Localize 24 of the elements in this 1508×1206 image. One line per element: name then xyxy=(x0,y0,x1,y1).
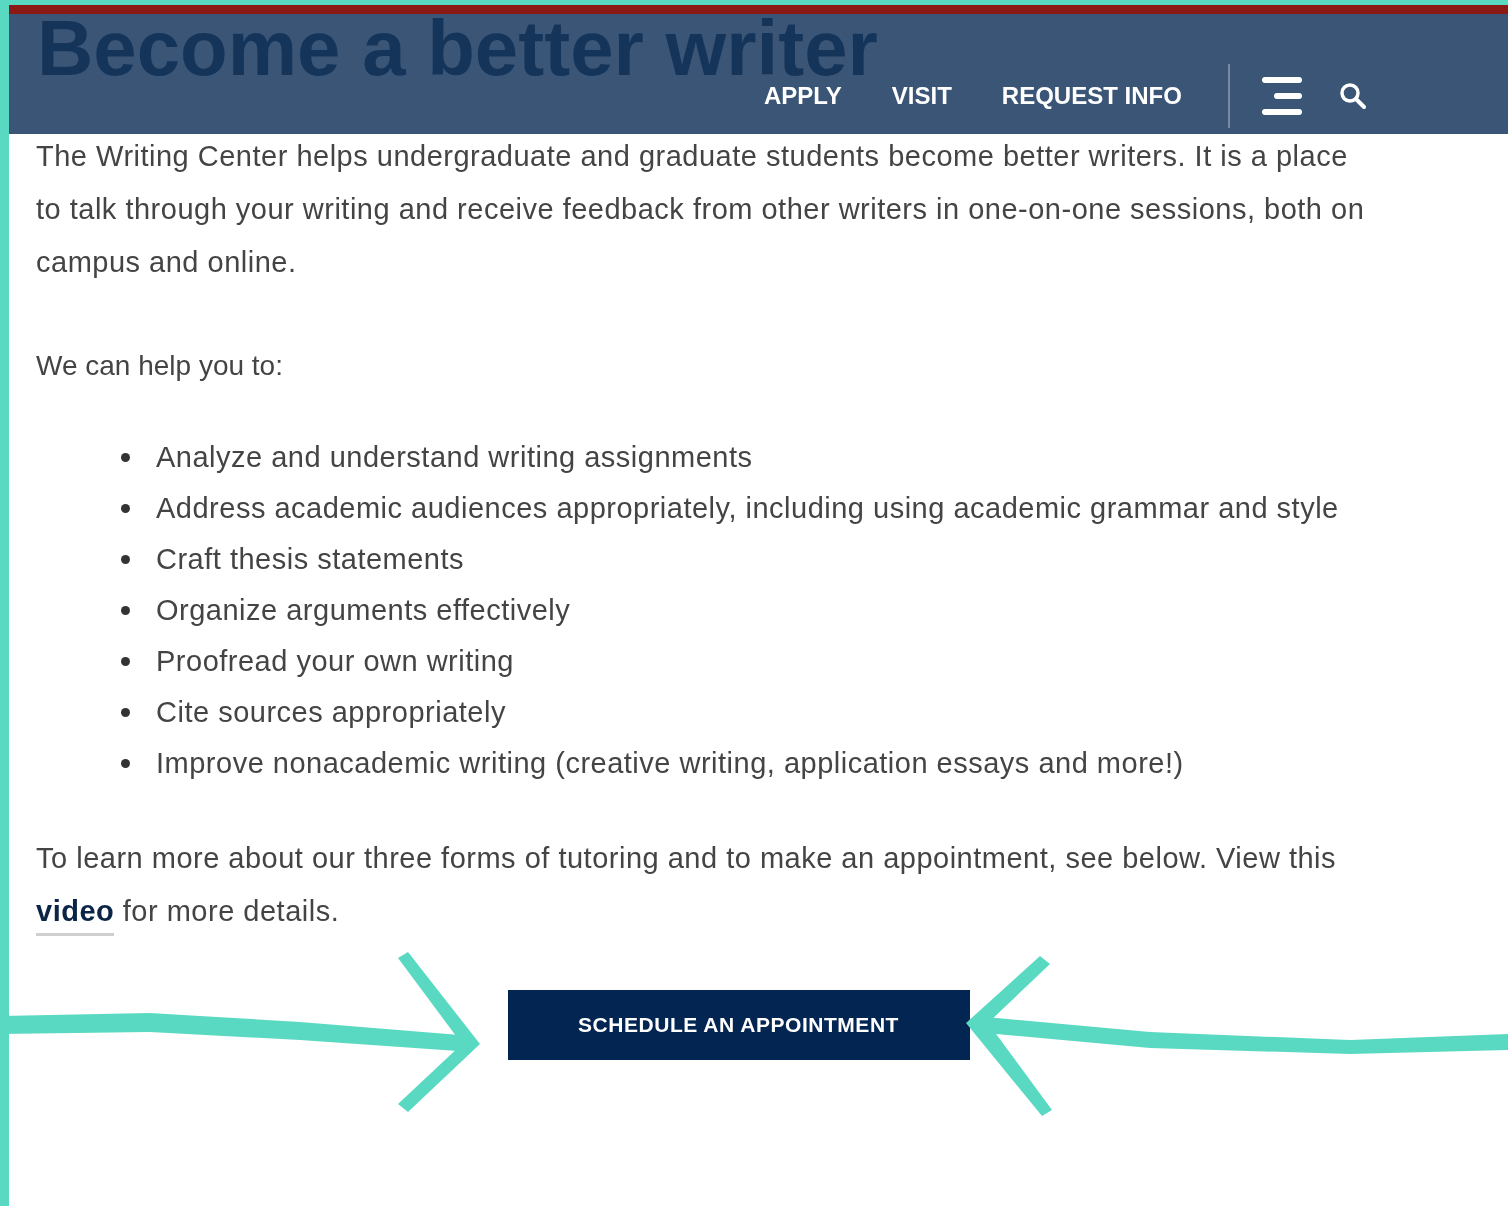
search-icon[interactable] xyxy=(1339,83,1366,109)
bullet-icon xyxy=(121,453,130,462)
list-item-text: Proofread your own writing xyxy=(156,643,514,679)
bullet-icon xyxy=(121,555,130,564)
bullet-icon xyxy=(121,657,130,666)
menu-icon[interactable] xyxy=(1261,77,1302,115)
list-item-text: Improve nonacademic writing (creative writing, application essays and more!) xyxy=(156,745,1184,781)
bullet-icon xyxy=(121,606,130,615)
intro-paragraph: The Writing Center helps undergraduate and graduate students become better writers. It is a place to talk through your writing and receive feedback from other writers in one-on-one sessions, both on campus and online. xyxy=(35,139,1366,280)
list-item-text: Organize arguments effectively xyxy=(156,592,571,628)
bullet-icon xyxy=(121,504,130,513)
list-item-text: Cite sources appropriately xyxy=(156,694,506,730)
video-link[interactable]: video xyxy=(36,895,115,936)
help-heading: We can help you to: xyxy=(35,349,284,383)
schedule-appointment-button[interactable]: SCHEDULE AN APPOINTMENT xyxy=(507,990,970,1060)
list-item-text: Analyze and understand writing assignments xyxy=(156,439,753,475)
bullet-icon xyxy=(121,759,130,768)
nav-link[interactable]: APPLY xyxy=(764,78,842,114)
list-item-text: Address academic audiences appropriately, including using academic grammar and style xyxy=(156,490,1339,526)
nav-link[interactable]: REQUEST INFO xyxy=(1001,78,1182,114)
nav-link[interactable]: VISIT xyxy=(891,78,952,114)
list-item-text: Craft thesis statements xyxy=(156,541,465,577)
bullet-icon xyxy=(121,708,130,717)
details-paragraph: To learn more about our three forms of tutoring and to make an appointment, see below. View this video for more details. xyxy=(9,832,1429,938)
